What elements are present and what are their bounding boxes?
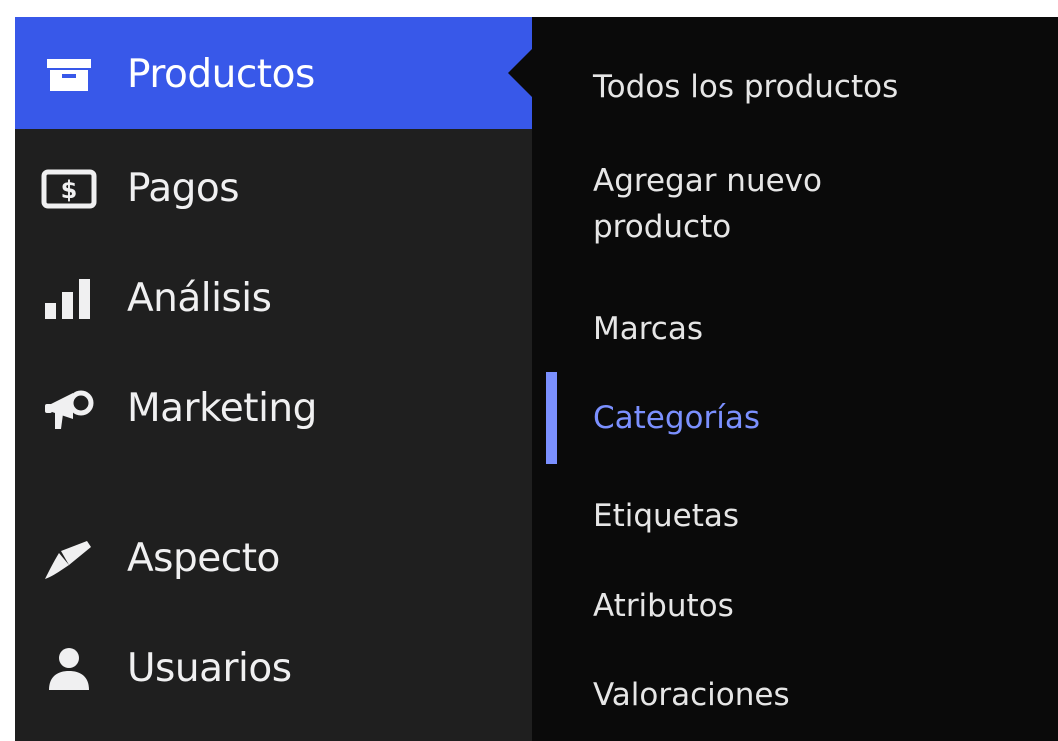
menu-item-productos[interactable]: Productos: [15, 17, 532, 129]
productos-submenu: Todos los productos Agregar nuevo produc…: [532, 17, 1058, 741]
user-icon: [37, 639, 101, 699]
menu-item-analisis[interactable]: Análisis: [15, 269, 532, 349]
menu-item-label: Aspecto: [127, 536, 280, 581]
menu-item-label: Marketing: [127, 386, 317, 431]
megaphone-icon: [37, 379, 101, 439]
submenu-item-todos-los-productos[interactable]: Todos los productos: [593, 64, 898, 110]
bar-chart-icon: [37, 269, 101, 329]
menu-item-label: Pagos: [127, 166, 240, 211]
submenu-item-agregar-nuevo-producto[interactable]: Agregar nuevo producto: [593, 158, 893, 250]
menu-item-usuarios[interactable]: Usuarios: [15, 639, 532, 719]
admin-menu-area: Productos $ Pagos Análisis Marketing Asp…: [15, 17, 1058, 741]
menu-item-aspecto[interactable]: Aspecto: [15, 529, 532, 609]
menu-item-label: Usuarios: [127, 646, 292, 691]
svg-text:$: $: [61, 176, 78, 204]
admin-sidebar-menu: Productos $ Pagos Análisis Marketing Asp…: [15, 17, 532, 741]
menu-item-label: Productos: [127, 52, 315, 97]
submenu-item-valoraciones[interactable]: Valoraciones: [593, 672, 790, 718]
menu-item-marketing[interactable]: Marketing: [15, 379, 532, 459]
archive-box-icon: [37, 45, 101, 105]
money-icon: $: [37, 159, 101, 219]
submenu-item-atributos[interactable]: Atributos: [593, 583, 734, 629]
current-submenu-indicator: [546, 372, 557, 464]
submenu-item-label: Agregar nuevo producto: [593, 163, 822, 245]
paintbrush-icon: [37, 529, 101, 589]
submenu-item-categorias[interactable]: Categorías: [593, 395, 760, 441]
submenu-item-etiquetas[interactable]: Etiquetas: [593, 493, 739, 539]
submenu-item-marcas[interactable]: Marcas: [593, 306, 703, 352]
current-menu-arrow: [508, 49, 532, 97]
menu-item-pagos[interactable]: $ Pagos: [15, 159, 532, 239]
menu-item-label: Análisis: [127, 276, 272, 321]
